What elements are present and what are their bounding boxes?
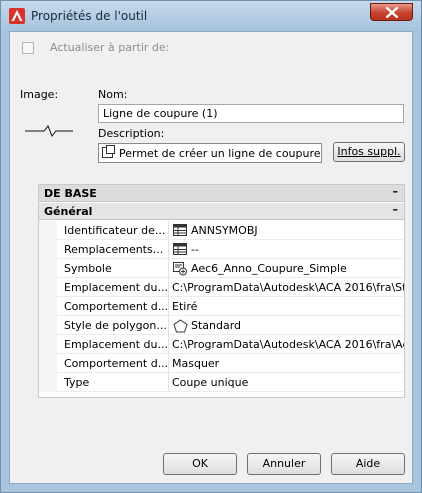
description-label: Description:: [98, 127, 165, 140]
property-name: Type: [57, 373, 169, 392]
property-value-text: ANNSYMOBJ: [191, 224, 258, 237]
break-line-preview-image: [25, 125, 73, 137]
category-de-base[interactable]: DE BASE –: [39, 185, 404, 202]
window-title: Propriétés de l'outil: [31, 9, 148, 23]
property-row[interactable]: Emplacement du... C:\ProgramData\Autodes…: [39, 278, 404, 297]
property-row[interactable]: Comportement d... Etiré: [39, 297, 404, 316]
description-icon: [102, 145, 115, 158]
property-row[interactable]: Style de polygon... Standard: [39, 316, 404, 335]
property-value[interactable]: --: [169, 240, 404, 259]
property-row[interactable]: Remplacements... --: [39, 240, 404, 259]
property-name: Style de polygon...: [57, 316, 169, 335]
collapse-icon[interactable]: –: [393, 203, 399, 216]
name-input[interactable]: Ligne de coupure (1): [98, 104, 404, 123]
close-button[interactable]: [370, 3, 413, 21]
property-row[interactable]: Comportement d... Masquer: [39, 354, 404, 373]
update-from-label: Actualiser à partir de:: [50, 41, 170, 54]
property-value[interactable]: C:\ProgramData\Autodesk\ACA 2016\fra\Sty…: [169, 278, 404, 297]
property-name: Remplacements...: [57, 240, 169, 259]
property-name: Emplacement du...: [57, 335, 169, 354]
property-value[interactable]: Aec6_Anno_Coupure_Simple: [169, 259, 404, 278]
description-field[interactable]: Permet de créer un ligne de coupure de: [98, 143, 322, 163]
property-grid: DE BASE – Général – Identificateur de...…: [38, 184, 405, 398]
property-name: Emplacement du...: [57, 278, 169, 297]
table-icon: [173, 243, 187, 255]
description-text: Permet de créer un ligne de coupure de: [119, 147, 322, 160]
table-icon: [173, 224, 187, 236]
help-button[interactable]: Aide: [331, 453, 405, 475]
property-row[interactable]: Type Coupe unique: [39, 373, 404, 392]
update-from-checkbox[interactable]: [22, 42, 34, 54]
name-label: Nom:: [98, 88, 128, 101]
property-value-text: Aec6_Anno_Coupure_Simple: [191, 262, 347, 275]
title-bar: Propriétés de l'outil: [1, 1, 421, 31]
property-name: Identificateur de...: [57, 221, 169, 240]
more-info-button[interactable]: Infos suppl.: [333, 142, 405, 162]
property-name: Comportement d...: [57, 354, 169, 373]
close-icon: [386, 7, 398, 18]
property-row[interactable]: Symbole Aec6_Anno_Coupure_Simple: [39, 259, 404, 278]
property-name: Comportement d...: [57, 297, 169, 316]
property-value[interactable]: ANNSYMOBJ: [169, 221, 404, 240]
property-value[interactable]: Standard: [169, 316, 404, 335]
property-row[interactable]: Identificateur de... ANNSYMOBJ: [39, 221, 404, 240]
property-name: Symbole: [57, 259, 169, 278]
category-label: DE BASE: [44, 187, 97, 200]
image-label: Image:: [20, 88, 59, 101]
cancel-button[interactable]: Annuler: [247, 453, 321, 475]
property-value[interactable]: Coupe unique: [169, 373, 404, 392]
collapse-icon[interactable]: –: [393, 185, 399, 198]
subcategory-general[interactable]: Général –: [39, 203, 404, 220]
property-value[interactable]: C:\ProgramData\Autodesk\ACA 2016\fra\Aec…: [169, 335, 404, 354]
subcategory-label: Général: [44, 205, 93, 218]
symbol-icon: [173, 262, 187, 276]
property-row[interactable]: Emplacement du... C:\ProgramData\Autodes…: [39, 335, 404, 354]
property-value[interactable]: Etiré: [169, 297, 404, 316]
ok-button[interactable]: OK: [163, 453, 237, 475]
property-value-text: --: [191, 243, 199, 256]
property-value[interactable]: Masquer: [169, 354, 404, 373]
polygon-icon: [173, 319, 188, 333]
tool-properties-dialog: Propriétés de l'outil Actualiser à parti…: [0, 0, 422, 493]
property-value-text: Standard: [191, 319, 242, 332]
more-info-label: Infos suppl.: [337, 145, 401, 158]
autodesk-app-icon: [9, 8, 25, 24]
dialog-content: Actualiser à partir de: Image: Nom: Lign…: [9, 31, 413, 484]
